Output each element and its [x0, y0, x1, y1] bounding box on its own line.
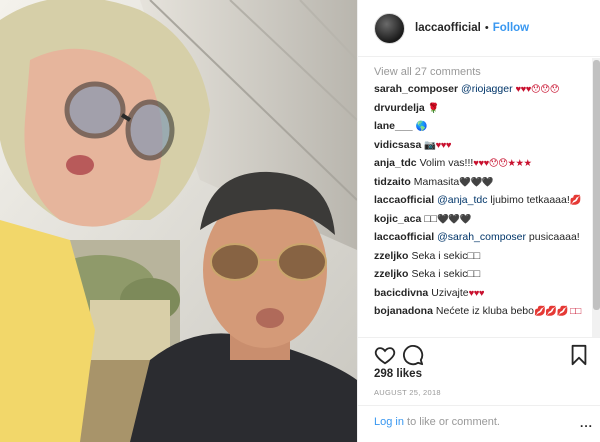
comment-row: sarah_composer @riojagger ♥♥♥😯😯😯: [374, 83, 594, 96]
comment-emoji: 💋💋💋 □□: [534, 306, 581, 317]
comment-username[interactable]: laccaofficial: [374, 194, 434, 206]
comment-row: drvurdelja 🌹: [374, 102, 594, 115]
comment-emoji: ♥♥♥: [468, 287, 485, 299]
login-link[interactable]: Log in: [374, 416, 404, 428]
post-date: AUGUST 25, 2018: [374, 388, 441, 397]
comment-mention[interactable]: @sarah_composer: [437, 231, 526, 243]
post-photo[interactable]: [0, 0, 357, 442]
comment-row: laccaofficial @anja_tdc ljubimo tetkaaaa!…: [374, 194, 594, 207]
comment-row: kojic_aca □□🖤🖤🖤: [374, 213, 594, 226]
view-all-comments-link[interactable]: View all 27 comments: [374, 66, 594, 78]
comment-username[interactable]: zzeljko: [374, 250, 408, 262]
actions-divider: [358, 337, 600, 338]
likes-count[interactable]: 298 likes: [374, 368, 422, 380]
post-header: laccaofficial • Follow: [358, 0, 600, 57]
comment-username[interactable]: kojic_aca: [374, 213, 421, 225]
comment-text: Volim vas!!!: [419, 157, 474, 169]
scrollbar-thumb[interactable]: [593, 60, 600, 310]
comment-username[interactable]: laccaofficial: [374, 231, 434, 243]
post-photo-image: [0, 0, 357, 442]
comment-text: Seka i sekic□□: [411, 249, 481, 262]
post-sidebar: laccaofficial • Follow View all 27 comme…: [357, 0, 600, 442]
comment-emoji: 🖤🖤🖤: [436, 213, 472, 225]
more-options-button[interactable]: ...: [580, 416, 593, 430]
comment-username[interactable]: tidzaito: [374, 176, 411, 188]
comment-username[interactable]: drvurdelja: [374, 102, 425, 114]
comment-row: anja_tdc Volim vas!!!♥♥♥😯😯★★★: [374, 157, 594, 170]
login-divider: [358, 405, 600, 406]
comment-username[interactable]: bacicdivna: [374, 287, 428, 299]
avatar[interactable]: [374, 12, 405, 44]
comment-username[interactable]: bojanadona: [374, 305, 433, 317]
comment-row: bacicdivna Uzivajte♥♥♥: [374, 287, 594, 300]
comment-username[interactable]: vidicsasa: [374, 139, 421, 151]
header-separator: •: [484, 22, 489, 34]
follow-button[interactable]: Follow: [493, 22, 529, 34]
comment-text: Uzivajte: [431, 286, 469, 299]
comment-text: ljubimo tetkaaaa!: [487, 194, 570, 206]
comment-row: zzeljko Seka i sekic□□: [374, 250, 594, 263]
comment-username[interactable]: zzeljko: [374, 268, 408, 280]
comment-text: □□: [424, 212, 437, 225]
bookmark-icon[interactable]: [568, 344, 590, 366]
comment-emoji: 🖤🖤🖤: [459, 176, 494, 188]
comments-scrollbar[interactable]: [592, 58, 600, 338]
heart-icon[interactable]: [374, 344, 396, 366]
comment-emoji: 💋: [569, 195, 582, 206]
comment-row: tidzaito Mamasita🖤🖤🖤: [374, 176, 594, 189]
comment-emoji: 📷♥♥♥: [424, 139, 452, 151]
comment-emoji: ♥♥♥😯😯😯: [515, 84, 560, 95]
comment-mention[interactable]: @anja_tdc: [437, 194, 487, 206]
comment-username[interactable]: anja_tdc: [374, 157, 417, 169]
comment-text: Mamasita: [413, 175, 460, 188]
action-bar: [372, 344, 587, 366]
comment-text: Nećete iz kluba bebo: [435, 305, 534, 317]
comment-row: zzeljko Seka i sekic□□: [374, 268, 594, 281]
comment-mention[interactable]: @riojagger: [461, 83, 515, 95]
login-prompt: Log in to like or comment.: [374, 416, 500, 428]
comment-row: bojanadona Nećete iz kluba bebo💋💋💋 □□: [374, 305, 594, 318]
comment-row: vidicsasa 📷♥♥♥: [374, 139, 594, 152]
comment-text: Seka i sekic□□: [411, 268, 481, 280]
comment-row: laccaofficial @sarah_composer pusicaaaa!: [374, 231, 594, 244]
comment-emoji: ♥♥♥😯😯★★★: [473, 158, 532, 169]
comment-username[interactable]: sarah_composer: [374, 83, 458, 95]
comment-emoji: 🌎: [415, 121, 428, 132]
comment-username[interactable]: lane___: [374, 120, 413, 132]
author-username[interactable]: laccaofficial: [415, 22, 481, 34]
comment-text: pusicaaaa!: [526, 231, 580, 243]
comment-icon[interactable]: [402, 344, 424, 366]
comment-emoji: 🌹: [427, 102, 440, 114]
instagram-post: laccaofficial • Follow View all 27 comme…: [0, 0, 600, 442]
comments-list: View all 27 comments sarah_composer @rioj…: [374, 66, 594, 336]
login-prompt-text: to like or comment.: [403, 416, 500, 428]
comment-row: lane___ 🌎: [374, 120, 594, 133]
